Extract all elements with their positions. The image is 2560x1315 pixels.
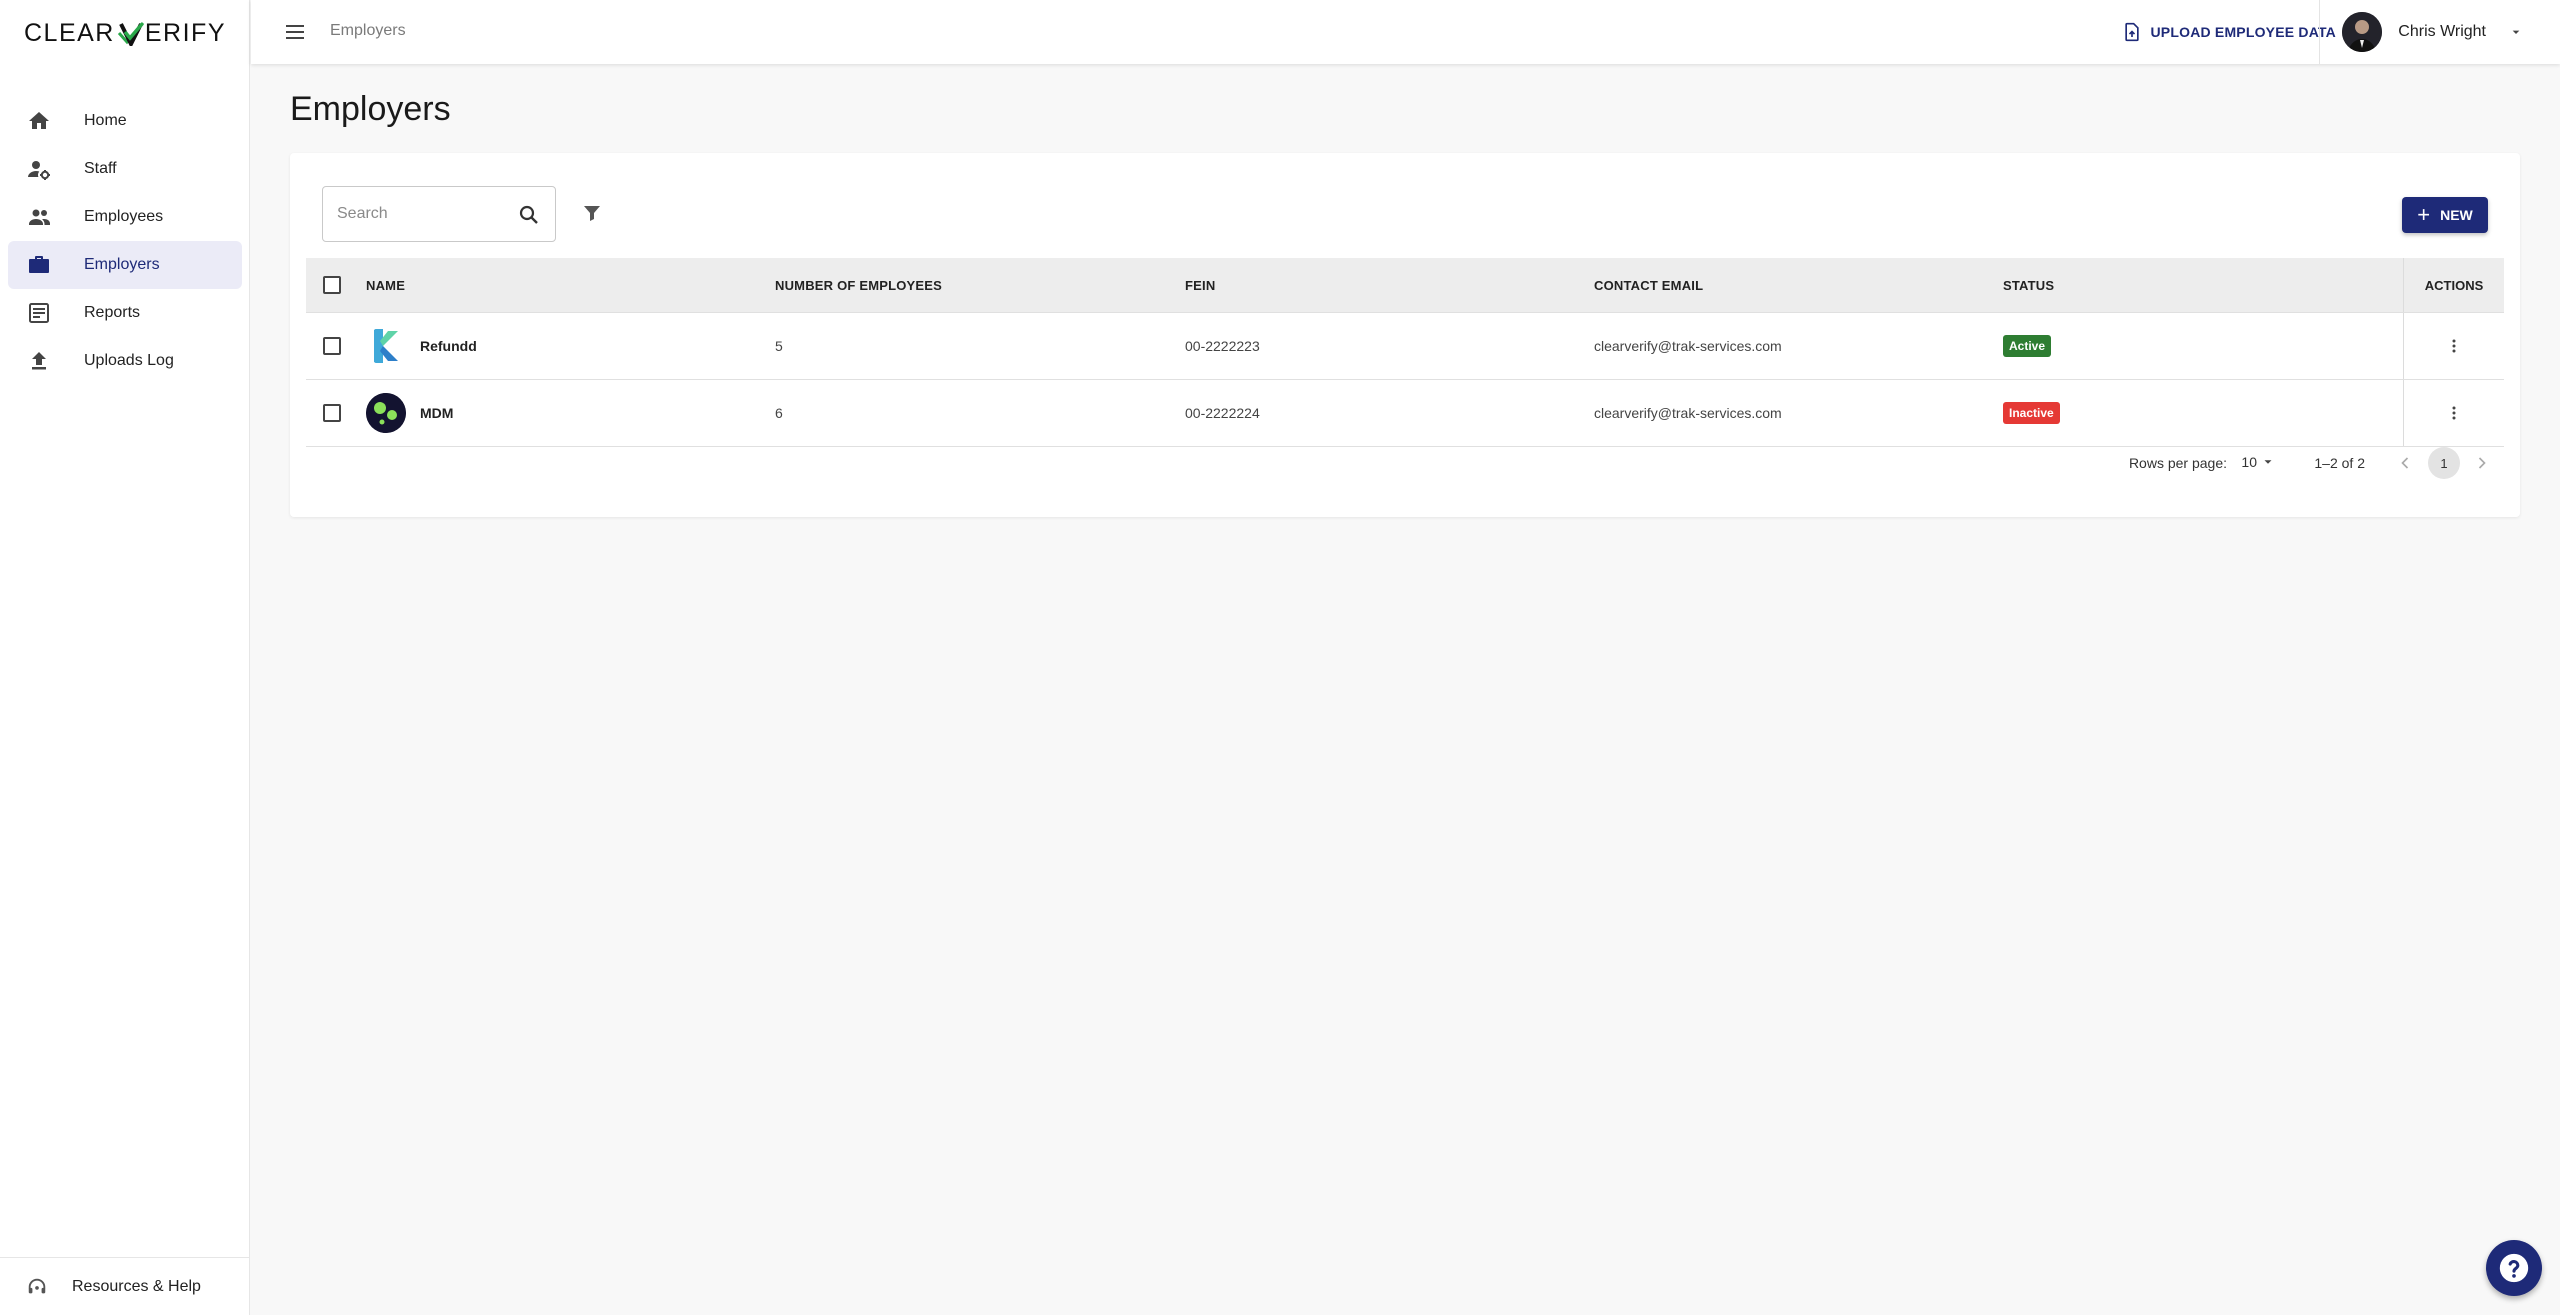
clearverify-logo[interactable]: CLEAR ERIFY: [24, 18, 226, 48]
select-all-checkbox[interactable]: [323, 276, 341, 294]
sidebar-item-staff[interactable]: Staff: [8, 145, 242, 193]
top-bar: Employers UPLOAD EMPLOYEE DATA Chris Wri…: [251, 0, 2560, 64]
resources-help-label: Resources & Help: [72, 1277, 201, 1295]
staff-gear-icon: [26, 156, 52, 182]
row-checkbox[interactable]: [323, 404, 341, 422]
employers-table: NAME NUMBER OF EMPLOYEES FEIN CONTACT EM…: [306, 258, 2504, 447]
sidebar-item-reports[interactable]: Reports: [8, 289, 242, 337]
filter-icon[interactable]: [580, 201, 604, 225]
new-employer-button[interactable]: + NEW: [2402, 197, 2488, 233]
page-title: Employers: [290, 90, 451, 128]
row-checkbox[interactable]: [323, 337, 341, 355]
column-header-name[interactable]: NAME: [366, 278, 405, 293]
status-cell: Inactive: [2003, 402, 2060, 424]
sidebar: CLEAR ERIFY Home Staff Employees Employe…: [0, 0, 250, 1315]
upload-employee-data-button[interactable]: UPLOAD EMPLOYEE DATA: [2122, 19, 2337, 45]
new-button-label: NEW: [2440, 207, 2473, 223]
search-input[interactable]: [337, 205, 507, 223]
fein-value: 00-2222224: [1185, 405, 1260, 421]
status-cell: Active: [2003, 335, 2052, 357]
rows-per-page-select[interactable]: 10: [2241, 454, 2275, 470]
headset-icon: [28, 1278, 46, 1293]
breadcrumb: Employers: [330, 22, 406, 39]
column-header-number-of-employees[interactable]: NUMBER OF EMPLOYEES: [775, 278, 942, 293]
home-icon: [26, 108, 52, 134]
table-row[interactable]: Refundd 5 00-2222223 clearverify@trak-se…: [306, 313, 2504, 380]
more-vert-icon[interactable]: [2444, 403, 2464, 423]
help-circle-icon: [2499, 1253, 2529, 1283]
contact-email: clearverify@trak-services.com: [1594, 405, 1782, 421]
avatar: [2342, 12, 2383, 52]
sidebar-item-label: Employers: [84, 256, 160, 273]
employee-count: 6: [775, 405, 783, 421]
user-name: Chris Wright: [2398, 23, 2486, 40]
actions-cell: [2403, 380, 2504, 446]
briefcase-icon: [26, 252, 52, 278]
sidebar-item-label: Staff: [84, 160, 117, 177]
search-icon[interactable]: [517, 203, 541, 227]
employer-name[interactable]: Refundd: [420, 338, 477, 354]
mdm-logo: [366, 393, 406, 433]
sidebar-item-label: Employees: [84, 208, 164, 225]
resources-help-link[interactable]: Resources & Help: [0, 1257, 250, 1315]
people-icon: [26, 204, 52, 230]
caret-down-icon: [2512, 30, 2520, 34]
report-icon: [26, 300, 52, 326]
topbar-divider: [2319, 0, 2320, 64]
employers-card: + NEW NAME NUMBER OF EMPLOYEES FEIN CONT…: [290, 153, 2520, 517]
sidebar-item-label: Reports: [84, 304, 141, 321]
menu-icon[interactable]: [283, 20, 307, 44]
refundd-logo: [366, 326, 406, 366]
file-upload-icon: [2124, 22, 2139, 42]
chevron-left-icon[interactable]: [2395, 453, 2415, 473]
plus-icon: +: [2417, 202, 2431, 227]
caret-down-icon: [2264, 460, 2272, 464]
upload-button-label: UPLOAD EMPLOYEE DATA: [2150, 24, 2336, 40]
table-header: NAME NUMBER OF EMPLOYEES FEIN CONTACT EM…: [306, 258, 2504, 313]
current-page-button[interactable]: 1: [2428, 447, 2460, 479]
pagination: Rows per page: 10 1–2 of 2 1: [306, 443, 2504, 483]
chevron-right-icon[interactable]: [2472, 453, 2492, 473]
sidebar-item-employers[interactable]: Employers: [8, 241, 242, 289]
fein-value: 00-2222223: [1185, 338, 1260, 354]
rows-per-page-label: Rows per page:: [2128, 455, 2227, 471]
rows-per-page-value: 10: [2241, 454, 2257, 470]
search-field[interactable]: [322, 186, 556, 242]
sidebar-item-uploads-log[interactable]: Uploads Log: [8, 337, 242, 385]
sidebar-item-home[interactable]: Home: [8, 97, 242, 145]
sidebar-item-label: Home: [84, 112, 127, 129]
user-menu[interactable]: Chris Wright: [2342, 10, 2524, 54]
actions-header-label: ACTIONS: [2424, 277, 2484, 293]
upload-icon: [26, 348, 52, 374]
more-vert-icon[interactable]: [2444, 336, 2464, 356]
employee-count: 5: [775, 338, 783, 354]
actions-cell: [2403, 313, 2504, 379]
table-row[interactable]: MDM 6 00-2222224 clearverify@trak-servic…: [306, 380, 2504, 447]
logo-text-left: CLEAR: [24, 18, 115, 47]
sidebar-nav: Home Staff Employees Employers Reports U…: [8, 97, 242, 385]
column-header-actions: ACTIONS: [2403, 258, 2504, 312]
pagination-range: 1–2 of 2: [2314, 455, 2365, 471]
column-header-status[interactable]: STATUS: [2003, 278, 2054, 293]
sidebar-item-label: Uploads Log: [84, 352, 174, 369]
logo-text-right: ERIFY: [144, 18, 226, 47]
employer-name-cell: MDM: [366, 393, 453, 433]
help-button[interactable]: [2486, 1240, 2542, 1296]
employer-name[interactable]: MDM: [420, 405, 453, 421]
column-header-contact-email[interactable]: CONTACT EMAIL: [1594, 278, 1703, 293]
check-logo-icon: [117, 22, 145, 46]
employer-name-cell: Refundd: [366, 326, 477, 366]
contact-email: clearverify@trak-services.com: [1594, 338, 1782, 354]
status-badge: Active: [2003, 335, 2052, 357]
status-badge: Inactive: [2003, 402, 2060, 424]
sidebar-item-employees[interactable]: Employees: [8, 193, 242, 241]
column-header-fein[interactable]: FEIN: [1185, 278, 1215, 293]
